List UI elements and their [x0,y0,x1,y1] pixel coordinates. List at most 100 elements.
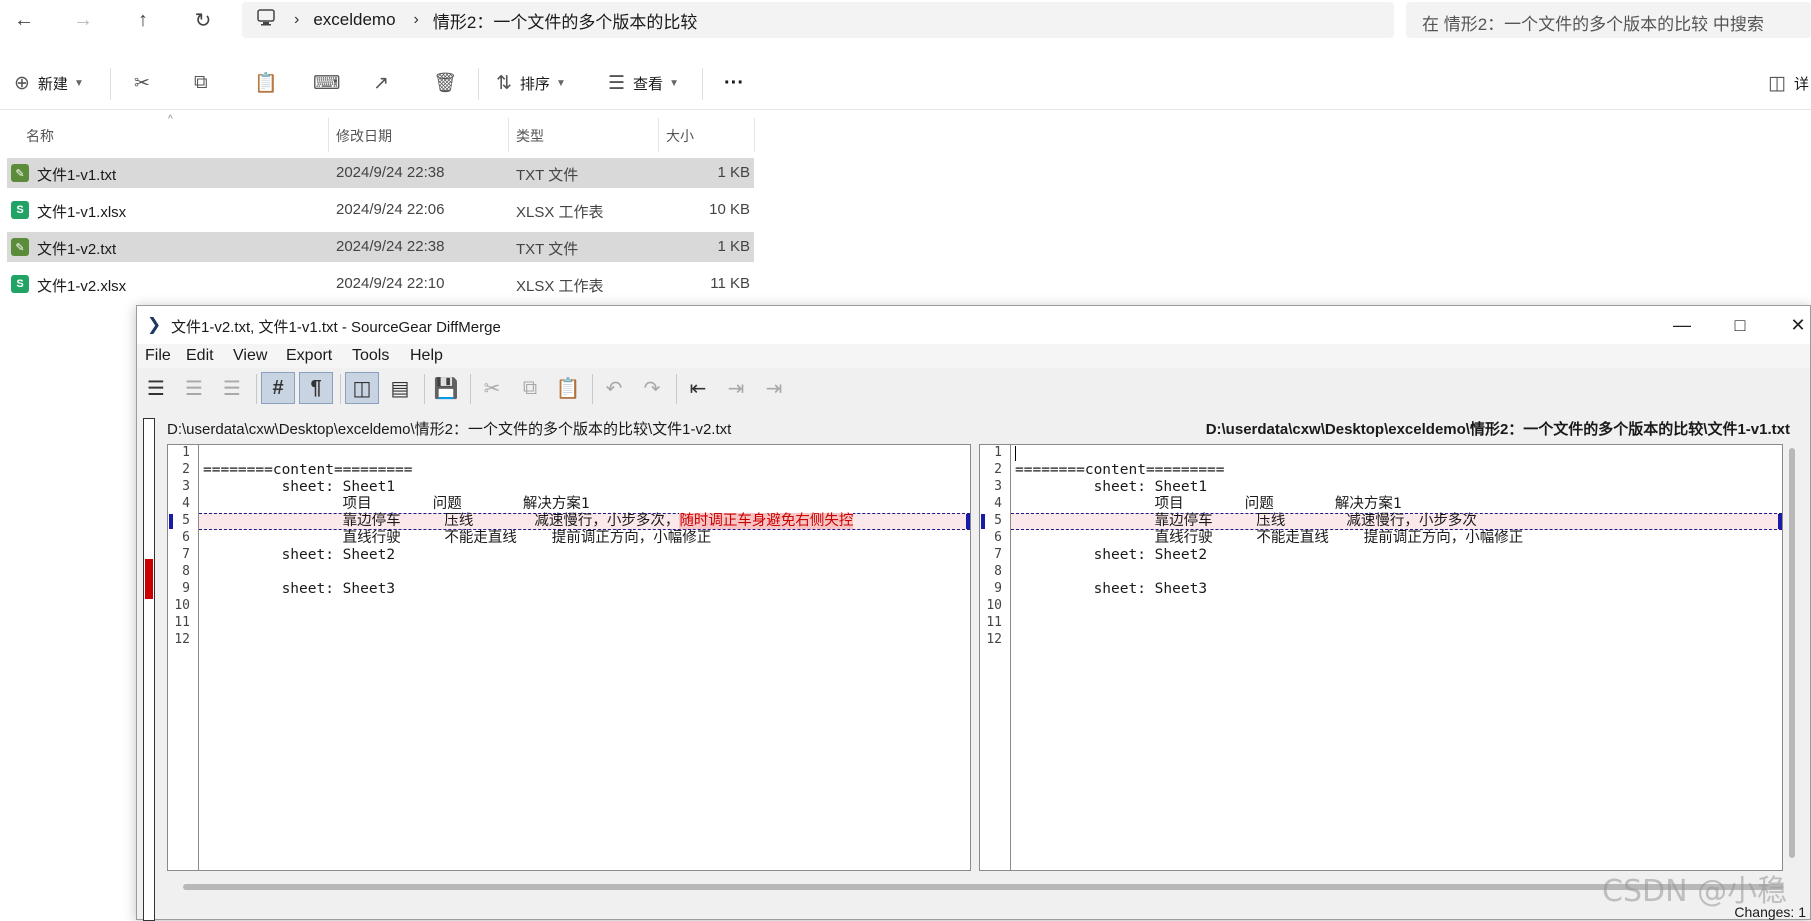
text-file-icon: ✎ [11,164,29,182]
right-file-path: D:\userdata\cxw\Desktop\exceldemo\情形2：一个… [1205,421,1790,438]
apply-change-button[interactable]: ⇥ [719,372,753,404]
file-date: 2024/9/24 22:38 [336,164,445,181]
column-header-name[interactable]: 名称 [26,126,54,146]
horizontal-scrollbar[interactable] [183,884,1783,890]
copy-button[interactable]: ⧉ [513,372,547,404]
prev-change-icon: ⇥ [765,377,783,400]
up-button[interactable]: ↑ [123,5,163,35]
sort-icon: ⇅ [496,72,512,94]
copy-button[interactable]: ⧉ [194,66,208,100]
line-number: 3 [994,479,1002,494]
cut-button[interactable]: ✂ [134,66,150,100]
code-line-text: 直线行驶 不能走直线 提前调正方向，小幅修正 [1015,530,1524,546]
cut-button[interactable]: ✂ [475,372,509,404]
search-input[interactable]: 在 情形2：一个文件的多个版本的比较 中搜索 [1406,2,1811,38]
breadcrumb-item[interactable]: 情形2：一个文件的多个版本的比较 [433,8,697,33]
maximize-button[interactable]: □ [1711,306,1769,344]
file-row[interactable]: S 文件1-v1.xlsx 2024/9/24 22:06 XLSX 工作表 10 KB [7,195,754,225]
show-all-lines-button[interactable]: ☰ [139,372,173,404]
menu-file[interactable]: File [145,347,171,365]
code-line-text: sheet: Sheet1 [1015,479,1208,495]
horizontal-split-toggle[interactable]: ▤ [383,372,417,404]
rename-icon: ⌨ [313,72,341,94]
file-size: 10 KB [709,201,750,218]
paste-button[interactable]: 📋 [551,372,585,404]
sort-button[interactable]: ⇅ 排序 ▼ [496,66,566,100]
next-change-button[interactable]: ⇤ [681,372,715,404]
code-line: 直线行驶 不能走直线 提前调正方向，小幅修正 [203,530,712,547]
new-button[interactable]: ⊕ 新建 ▼ [14,66,84,100]
column-header-date[interactable]: 修改日期 [336,126,392,146]
scrollbar-thumb[interactable] [1789,448,1795,858]
paste-button[interactable]: 📋 [254,66,278,100]
line-number: 6 [182,530,190,545]
undo-button[interactable]: ↶ [597,372,631,404]
lines-context-icon: ☰ [223,377,241,400]
right-diff-pane[interactable]: 1 2 3 4 5 6 7 8 9 10 11 12 ========content=========… [979,444,1783,871]
code-line: 靠边停车 压线 减速慢行，小步多次 [1015,513,1477,530]
refresh-button[interactable]: ↻ [183,5,223,35]
share-button[interactable]: ↗ [373,66,389,100]
rename-button[interactable]: ⌨ [313,66,340,100]
vertical-split-toggle[interactable]: ◫ [345,372,379,404]
line-number: 7 [994,547,1002,562]
column-header-type[interactable]: 类型 [516,126,544,146]
forward-button[interactable]: → [63,5,103,35]
file-name: 文件1-v2.txt [37,241,117,258]
menu-edit[interactable]: Edit [186,347,214,365]
chevron-down-icon: ▼ [555,77,566,89]
menu-help[interactable]: Help [410,347,443,365]
chevron-down-icon: ▼ [669,77,679,89]
menu-export[interactable]: Export [286,347,332,365]
line-number: 5 [182,513,190,528]
menu-tools[interactable]: Tools [352,347,389,365]
vertical-scrollbar[interactable] [1787,444,1799,871]
delete-button[interactable]: 🗑 [433,66,457,100]
line-numbers-toggle[interactable]: # [261,372,295,404]
file-size: 1 KB [717,164,750,181]
file-type: TXT 文件 [516,241,579,258]
computer-icon [256,8,276,32]
show-diff-lines-button[interactable]: ☰ [177,372,211,404]
line-number: 2 [182,462,190,477]
file-row[interactable]: ✎ 文件1-v2.txt 2024/9/24 22:38 TXT 文件 1 KB [7,232,754,262]
breadcrumb[interactable]: › exceldemo › 情形2：一个文件的多个版本的比较 [242,2,1394,38]
file-row[interactable]: ✎ 文件1-v1.txt 2024/9/24 22:38 TXT 文件 1 KB [7,158,754,188]
more-options-button[interactable]: ··· [724,66,744,100]
change-indicator [981,514,985,529]
file-name: 文件1-v1.xlsx [37,204,127,221]
diffmerge-title-bar: ❯ 文件1-v2.txt, 文件1-v1.txt - SourceGear Di… [137,306,1810,344]
left-code-area[interactable]: ========content========= sheet: Sheet1 项… [169,445,970,870]
back-button[interactable]: ← [4,5,44,35]
close-button[interactable]: ✕ [1769,306,1811,344]
code-line-text: 靠边停车 压线 减速慢行，小步多次 [1015,513,1477,529]
column-header-size[interactable]: 大小 [666,126,694,146]
change-indicator [966,514,970,529]
show-diff-context-button[interactable]: ☰ [215,372,249,404]
save-button[interactable]: 💾 [429,372,463,404]
breadcrumb-item[interactable]: exceldemo [313,10,395,30]
right-code-area[interactable]: ========content========= sheet: Sheet1 项… [981,445,1782,870]
code-line: 靠边停车 压线 减速慢行，小步多次，随时调正车身避免右侧失控 [203,513,854,530]
details-pane-button[interactable]: ◫ 详 [1768,66,1809,100]
prev-change-button[interactable]: ⇥ [757,372,791,404]
redo-button[interactable]: ↷ [635,372,669,404]
pilcrow-toggle[interactable]: ¶ [299,372,333,404]
minimize-button[interactable]: — [1653,306,1711,344]
code-line: sheet: Sheet3 [1015,581,1208,598]
view-button[interactable]: ☰ 查看 ▼ [608,66,679,100]
menu-view[interactable]: View [233,347,267,365]
change-overview-gutter[interactable] [143,418,155,921]
file-size: 11 KB [710,275,750,292]
change-marker[interactable] [145,559,153,599]
code-line: ========content========= [1015,462,1225,479]
sort-ascending-icon: ^ [168,114,173,125]
code-line: ========content========= [203,462,413,479]
window-title: 文件1-v2.txt, 文件1-v1.txt - SourceGear Diff… [171,319,501,336]
file-date: 2024/9/24 22:06 [336,201,445,218]
left-diff-pane[interactable]: 1 2 3 4 5 6 7 8 9 10 11 12 ========content=========… [167,444,971,871]
file-row[interactable]: S 文件1-v2.xlsx 2024/9/24 22:10 XLSX 工作表 11 KB [7,269,754,299]
scissors-icon: ✂ [134,72,150,94]
code-line: sheet: Sheet1 [1015,479,1208,496]
next-change-icon: ⇤ [689,377,707,400]
